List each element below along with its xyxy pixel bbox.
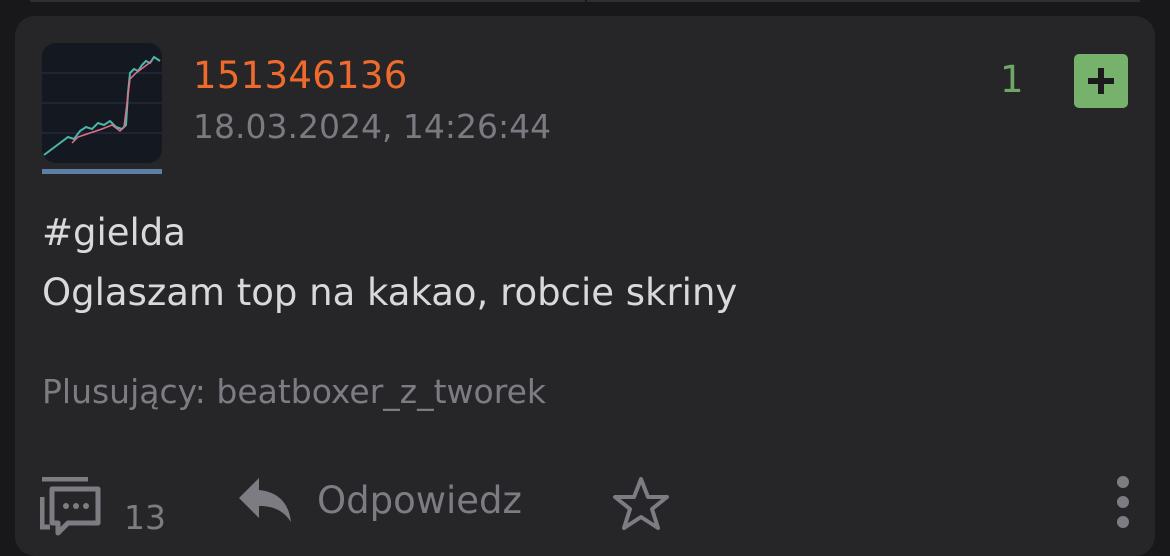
- author-name[interactable]: 151346136: [193, 54, 408, 97]
- entry-body: #gielda Oglaszam top na kakao, robcie sk…: [42, 203, 737, 323]
- star-icon: [613, 477, 669, 530]
- entry-date: 18.03.2024, 14:26:44: [193, 107, 552, 146]
- reply-button[interactable]: Odpowiedz: [237, 476, 522, 524]
- entry-card: 151346136 18.03.2024, 14:26:44 1 #gielda…: [15, 16, 1155, 556]
- avatar[interactable]: [42, 43, 162, 163]
- plus-icon: [1088, 68, 1114, 94]
- previous-entry-edge: [30, 0, 1140, 2]
- more-options-button[interactable]: [1108, 474, 1138, 534]
- reply-label: Odpowiedz: [317, 478, 522, 522]
- more-vertical-icon: [1117, 476, 1129, 528]
- plus-button[interactable]: [1074, 54, 1128, 108]
- voters-line: Plusujący: beatboxer_z_tworek: [42, 372, 546, 411]
- favorite-button[interactable]: [611, 476, 671, 532]
- tag-link[interactable]: #gielda: [42, 203, 737, 263]
- vote-count: 1: [1000, 58, 1024, 101]
- avatar-underline: [42, 169, 162, 174]
- voters-label: Plusujący:: [42, 372, 206, 411]
- reply-icon: [239, 478, 291, 522]
- entry-text: Oglaszam top na kakao, robcie skriny: [42, 271, 738, 314]
- avatar-chart-image: [42, 43, 162, 163]
- comments-count: 13: [124, 498, 166, 537]
- voter-link[interactable]: beatboxer_z_tworek: [216, 372, 546, 411]
